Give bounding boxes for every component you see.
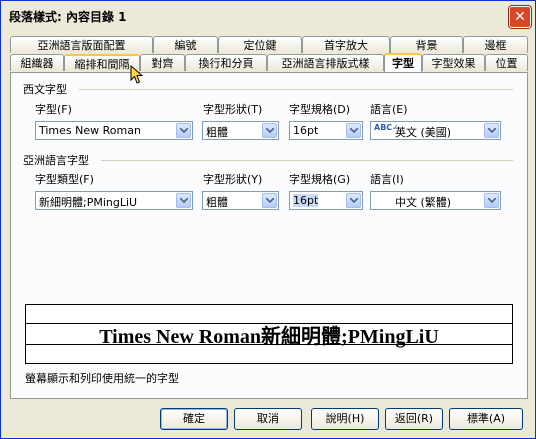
tab-numbering[interactable]: 編號 [153,36,218,53]
asian-font-select[interactable]: 新細明體;PMingLiU [35,191,193,210]
mouse-cursor-icon [130,65,144,84]
western-size-label: 字型規格(D) [289,103,351,116]
tab-alignment[interactable]: 對齊 [140,54,185,71]
asian-font-section-label: 亞洲語言字型 [23,154,89,167]
reset-button[interactable]: 返回(R) [385,408,443,430]
western-language-value: 英文 (美國) [395,126,452,139]
asian-language-value: 中文 (繁體) [395,196,452,209]
tab-row-back: 亞洲語言版面配置 編號 定位鍵 首字放大 背景 邊框 [10,36,528,54]
preview-text: Times New Roman新細明體;PMingLiU [99,326,439,348]
asian-language-label: 語言(I) [370,173,404,186]
asian-size-label: 字型規格(G) [289,173,351,186]
tab-tabs[interactable]: 定位鍵 [218,36,302,53]
tab-indents-spacing[interactable]: 縮排和間隔 [64,54,140,71]
western-language-label: 語言(E) [370,103,408,116]
western-language-select[interactable]: ABC✓ 英文 (美國) [370,121,501,140]
chevron-down-icon[interactable] [346,123,361,138]
window-title: 段落樣式: 內容目錄 1 [9,10,127,24]
asian-style-select[interactable]: 粗體 [202,191,279,210]
tab-position[interactable]: 位置 [485,54,528,71]
western-style-value: 粗體 [206,126,228,139]
tab-asian-typography[interactable]: 亞洲語言排版式樣 [267,54,384,71]
font-preview: Times New Roman新細明體;PMingLiU [25,304,513,364]
western-font-value: Times New Roman [39,124,141,137]
asian-language-select[interactable]: 中文 (繁體) [370,191,501,210]
chevron-down-icon[interactable] [176,123,191,138]
tab-text-flow[interactable]: 換行和分頁 [185,54,267,71]
asian-font-label: 字型類型(F) [35,173,94,186]
western-font-select[interactable]: Times New Roman [35,121,193,140]
help-button[interactable]: 說明(H) [311,408,379,430]
western-font-section-label: 西文字型 [23,83,67,96]
ok-button[interactable]: 確定 [160,408,228,430]
cancel-button[interactable]: 取消 [234,408,302,430]
tab-borders[interactable]: 邊框 [463,36,528,53]
chevron-down-icon[interactable] [484,123,499,138]
western-style-label: 字型形狀(T) [203,103,263,116]
chevron-down-icon[interactable] [176,193,191,208]
standard-button[interactable]: 標準(A) [449,408,523,430]
western-section-divider [79,89,513,90]
asian-style-value: 粗體 [206,196,228,209]
chevron-down-icon[interactable] [346,193,361,208]
tab-organizer[interactable]: 組織器 [10,54,64,71]
chevron-down-icon[interactable] [262,193,277,208]
title-bar: 段落樣式: 內容目錄 1 ✕ [1,1,535,31]
tab-row-front: 組織器 縮排和間隔 對齊 換行和分頁 亞洲語言排版式樣 字型 字型效果 位置 [10,53,528,72]
asian-size-select[interactable]: 16pt [289,191,363,210]
asian-size-value: 16pt [293,194,319,207]
western-font-label: 字型(F) [35,103,72,116]
western-size-select[interactable]: 16pt [289,121,363,140]
dialog-window: 段落樣式: 內容目錄 1 ✕ 亞洲語言版面配置 編號 定位鍵 首字放大 背景 邊… [0,0,536,439]
chevron-down-icon[interactable] [484,193,499,208]
close-button[interactable]: ✕ [509,6,531,28]
tab-asian-layout[interactable]: 亞洲語言版面配置 [10,36,153,53]
tab-background[interactable]: 背景 [390,36,463,53]
tab-drop-caps[interactable]: 首字放大 [302,36,390,53]
tab-font-effects[interactable]: 字型效果 [422,54,485,71]
chevron-down-icon[interactable] [262,123,277,138]
asian-style-label: 字型形狀(Y) [203,173,263,186]
western-style-select[interactable]: 粗體 [202,121,279,140]
asian-font-value: 新細明體;PMingLiU [39,196,138,209]
preview-note: 螢幕顯示和列印使用統一的字型 [25,372,179,385]
asian-section-divider [101,160,513,161]
western-size-value: 16pt [293,124,319,137]
tab-font[interactable]: 字型 [384,53,422,72]
